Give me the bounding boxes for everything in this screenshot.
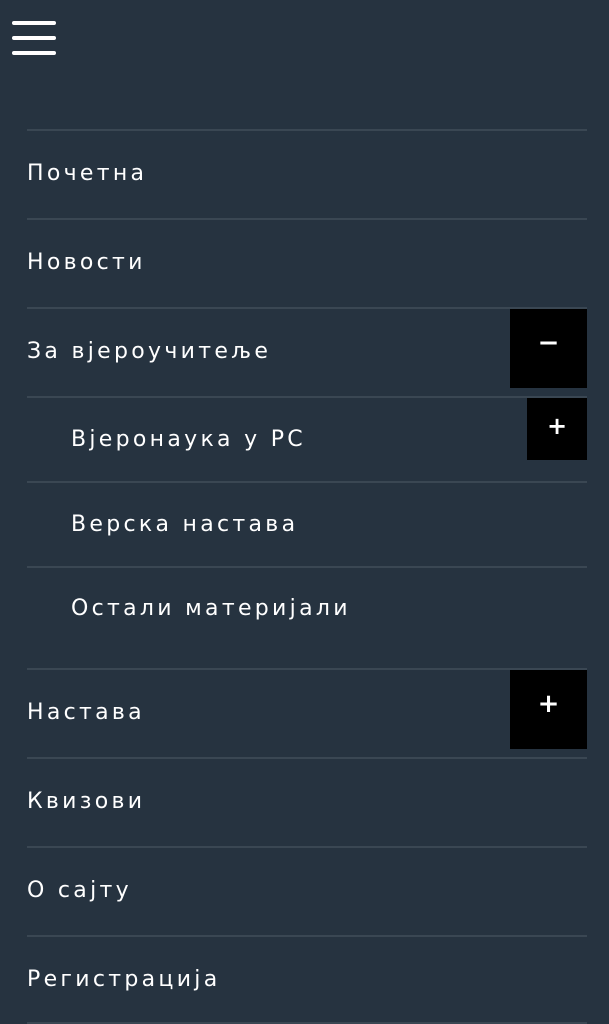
menu-item-registracija[interactable]: Регистрација [27, 935, 587, 1024]
menu-item-label[interactable]: Настава [27, 700, 145, 725]
expand-submenu-button[interactable]: + [510, 670, 587, 749]
plus-icon: + [546, 412, 568, 440]
minus-icon: − [537, 327, 560, 358]
hamburger-line [12, 21, 56, 25]
menu-item-pocetna[interactable]: Почетна [27, 129, 587, 218]
menu-item-kvizovi[interactable]: Квизови [27, 757, 587, 846]
menu-item-label[interactable]: Квизови [27, 789, 145, 814]
hamburger-menu-icon[interactable] [12, 21, 56, 59]
expand-submenu-button[interactable]: + [527, 398, 587, 460]
submenu-item-label[interactable]: Вјеронаука у РС [71, 427, 306, 452]
menu-item-label[interactable]: Регистрација [27, 967, 220, 992]
menu-item-za-vjeroucitelje[interactable]: За вјероучитеље − [27, 307, 587, 396]
submenu-item-label[interactable]: Остали материјали [71, 596, 351, 621]
submenu-item-ostali-materijali[interactable]: Остали материјали [27, 566, 587, 668]
navigation-menu: Почетна Новости За вјероучитеље − Вјерон… [27, 129, 587, 1024]
submenu-item-verska-nastava[interactable]: Верска настава [27, 481, 587, 566]
menu-item-novosti[interactable]: Новости [27, 218, 587, 307]
menu-item-o-sajtu[interactable]: О сајту [27, 846, 587, 935]
collapse-submenu-button[interactable]: − [510, 309, 587, 388]
plus-icon: + [537, 688, 560, 719]
menu-item-label[interactable]: О сајту [27, 878, 132, 903]
menu-item-label[interactable]: Почетна [27, 161, 147, 186]
submenu-item-label[interactable]: Верска настава [71, 512, 298, 537]
menu-item-label[interactable]: Новости [27, 250, 146, 275]
menu-item-label[interactable]: За вјероучитеље [27, 339, 271, 364]
menu-item-nastava[interactable]: Настава + [27, 668, 587, 757]
hamburger-line [12, 51, 56, 55]
hamburger-line [12, 36, 56, 40]
submenu-item-vjeronauka-u-rs[interactable]: Вјеронаука у РС + [27, 396, 587, 481]
